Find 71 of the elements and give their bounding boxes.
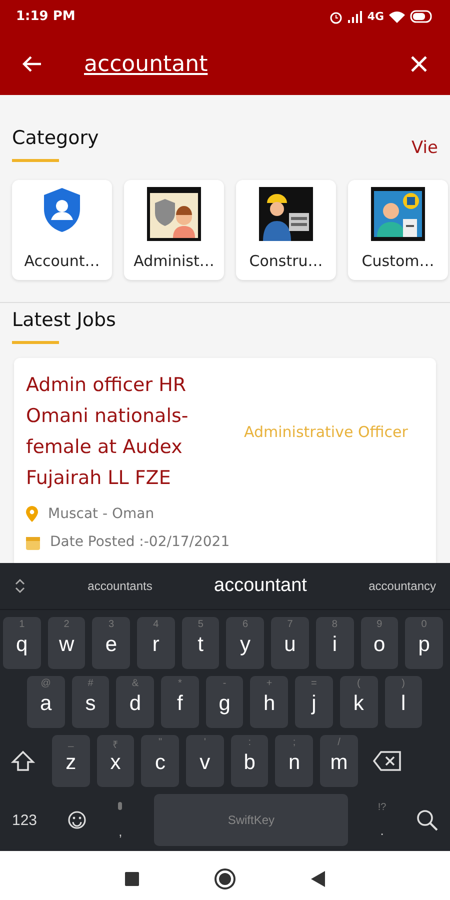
- category-card[interactable]: Administ…: [124, 180, 224, 280]
- job-date: Date Posted :-02/17/2021: [50, 534, 230, 550]
- numbers-key[interactable]: 123: [12, 812, 38, 828]
- keyboard-key[interactable]: @ a: [27, 676, 65, 728]
- keyboard-key[interactable]: 8 i: [316, 617, 354, 669]
- shift-icon[interactable]: [11, 750, 35, 772]
- job-title: Admin officer HR Omani nationals-female at Audex Fujairah LL FZE: [26, 373, 190, 491]
- admin-drawing: [147, 187, 201, 241]
- section-title: Category: [12, 127, 99, 149]
- keyboard-key[interactable]: ) l: [384, 676, 422, 728]
- network-label: 4G: [367, 10, 384, 23]
- emoji-icon[interactable]: [66, 810, 87, 830]
- keyboard-key[interactable]: - g: [206, 676, 244, 728]
- section-title: Latest Jobs: [12, 309, 116, 331]
- keyboard-key[interactable]: : b: [230, 735, 268, 787]
- category-label: Administ…: [134, 252, 214, 270]
- keyboard-key[interactable]: = j: [295, 676, 333, 728]
- keyboard-key[interactable]: _ z: [52, 735, 90, 787]
- category-card[interactable]: Custom…: [348, 180, 448, 280]
- wifi-icon: [389, 10, 405, 22]
- keyboard-key[interactable]: 5 t: [182, 617, 220, 669]
- expand-icon[interactable]: [14, 578, 26, 594]
- search-field[interactable]: accountant: [84, 52, 368, 76]
- job-card[interactable]: Admin officer HR Omani nationals-female at Audex Fujairah LL FZE Administrative Officer Muscat - Oman Date Posted :-02/17/2021: [14, 358, 436, 563]
- battery-icon: [410, 10, 434, 23]
- category-label: Account…: [24, 252, 100, 270]
- search-icon[interactable]: [416, 809, 438, 831]
- keyboard-key[interactable]: * f: [161, 676, 199, 728]
- calendar-icon: [26, 534, 40, 550]
- keyboard-key[interactable]: / m: [320, 735, 358, 787]
- category-label: Custom…: [362, 252, 434, 270]
- keyboard-key[interactable]: 2 w: [48, 617, 86, 669]
- view-all-link[interactable]: Vie: [412, 138, 438, 158]
- support-drawing: [371, 187, 425, 241]
- keyboard-key[interactable]: 9 o: [360, 617, 398, 669]
- keyboard-key[interactable]: ; n: [275, 735, 314, 787]
- word-suggestion[interactable]: accountants: [88, 579, 152, 593]
- backspace-icon[interactable]: [372, 751, 401, 771]
- home-icon[interactable]: [214, 868, 236, 890]
- keyboard-key[interactable]: 4 r: [137, 617, 175, 669]
- worker-drawing: [259, 187, 313, 241]
- keyboard-key[interactable]: 3 e: [92, 617, 130, 669]
- keyboard-key[interactable]: 1 q: [3, 617, 41, 669]
- keyboard-key[interactable]: ' v: [186, 735, 224, 787]
- keyboard-key[interactable]: 6 y: [226, 617, 264, 669]
- keyboard-key[interactable]: & d: [116, 676, 154, 728]
- comma-key[interactable]: ,: [116, 802, 124, 838]
- word-suggestion[interactable]: accountancy: [368, 579, 436, 593]
- keyboard-key[interactable]: # s: [72, 676, 110, 728]
- category-card[interactable]: Account…: [12, 180, 112, 280]
- alarm-icon: [329, 10, 344, 24]
- keyboard-key[interactable]: 7 u: [271, 617, 309, 669]
- period-key[interactable]: !? .: [378, 802, 386, 838]
- keyboard-key[interactable]: " c: [141, 735, 180, 787]
- close-icon[interactable]: [410, 55, 428, 73]
- back-arrow-icon[interactable]: [22, 55, 42, 73]
- keyboard-key[interactable]: 0 p: [405, 617, 443, 669]
- status-time: 1:19 PM: [16, 9, 76, 24]
- signal-icon: [348, 10, 362, 22]
- category-card[interactable]: Constru…: [236, 180, 336, 280]
- keyboard-key[interactable]: ( k: [340, 676, 378, 728]
- word-suggestion[interactable]: accountant: [214, 575, 307, 597]
- back-icon[interactable]: [311, 870, 325, 886]
- shield-icon: [42, 187, 82, 233]
- keyboard-key[interactable]: + h: [250, 676, 288, 728]
- location-pin-icon: [26, 506, 38, 522]
- keyboard-key[interactable]: ₹ x: [96, 735, 134, 787]
- category-label: Constru…: [249, 252, 323, 270]
- recents-icon[interactable]: [125, 872, 139, 886]
- job-category: Administrative Officer: [244, 423, 408, 441]
- job-location: Muscat - Oman: [48, 506, 154, 522]
